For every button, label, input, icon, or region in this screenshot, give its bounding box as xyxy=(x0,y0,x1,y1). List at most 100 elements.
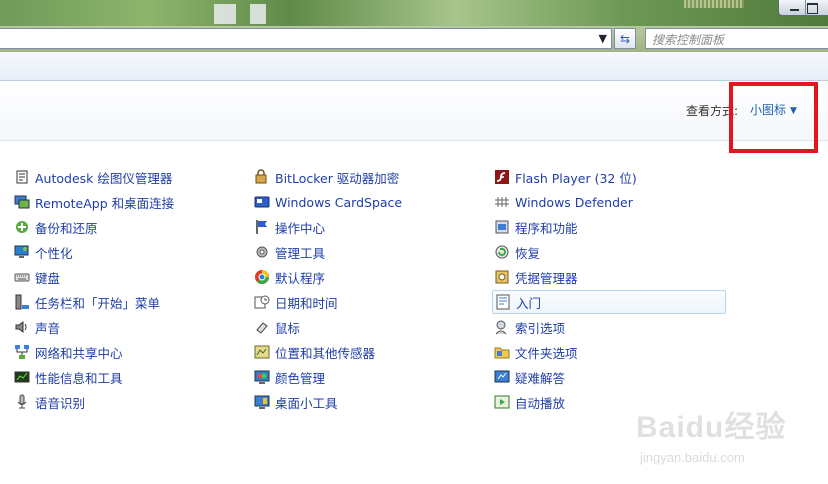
cp-item-programs[interactable]: 程序和功能 xyxy=(494,216,578,238)
cp-item-label: 声音 xyxy=(35,320,61,336)
cp-item-label: 语音识别 xyxy=(35,395,86,411)
view-by-label: 查看方式: xyxy=(686,104,739,118)
cp-item-label: 个性化 xyxy=(35,245,73,261)
cp-item-label: 凭据管理器 xyxy=(515,270,578,286)
taskbar-icon xyxy=(14,294,30,310)
gadgets-icon xyxy=(254,394,270,410)
maximize-button[interactable] xyxy=(807,3,818,14)
search-input[interactable] xyxy=(646,30,822,50)
color-management-icon xyxy=(254,369,270,385)
cp-item-label: 自动播放 xyxy=(515,395,566,411)
admin-tools-icon xyxy=(254,244,270,260)
clock-icon xyxy=(254,294,270,310)
indexing-icon xyxy=(494,319,510,335)
cp-item-label: 管理工具 xyxy=(275,245,326,261)
content-header: 查看方式: 小图标 ▼ xyxy=(0,81,828,141)
sensor-icon xyxy=(254,344,270,360)
cp-item-sensors[interactable]: 位置和其他传感器 xyxy=(254,341,375,363)
cp-item-label: 恢复 xyxy=(515,245,541,261)
watermark-brand: Baidu经验 xyxy=(636,411,787,444)
background-blot xyxy=(250,4,266,24)
bitlocker-icon xyxy=(254,169,270,185)
troubleshoot-icon xyxy=(494,369,510,385)
address-bar[interactable]: ▼ xyxy=(0,28,612,49)
background-blot xyxy=(214,4,236,24)
cp-item-label: RemoteApp 和桌面连接 xyxy=(35,195,175,211)
cp-item-label: Windows Defender xyxy=(515,194,633,210)
cp-item-label: 键盘 xyxy=(35,270,61,286)
cp-item-speech[interactable]: 语音识别 xyxy=(14,391,85,413)
cp-item-recovery[interactable]: 恢复 xyxy=(494,241,540,263)
cp-item-mouse[interactable]: 鼠标 xyxy=(254,316,300,338)
cp-item-label: Autodesk 绘图仪管理器 xyxy=(35,170,173,186)
cp-item-admin-tools[interactable]: 管理工具 xyxy=(254,241,325,263)
cp-item-folder-options[interactable]: 文件夹选项 xyxy=(494,341,578,363)
cp-item-keyboard[interactable]: 键盘 xyxy=(14,266,60,288)
cp-item-autodesk[interactable]: Autodesk 绘图仪管理器 xyxy=(14,166,172,188)
cp-item-label: 疑难解答 xyxy=(515,370,566,386)
cp-item-sound[interactable]: 声音 xyxy=(14,316,60,338)
cp-item-label: 入门 xyxy=(516,295,542,311)
window-title-bar xyxy=(0,0,828,26)
cp-item-troubleshooting[interactable]: 疑难解答 xyxy=(494,366,565,388)
cp-item-credential-manager[interactable]: 凭据管理器 xyxy=(494,266,578,288)
cp-item-performance[interactable]: 性能信息和工具 xyxy=(14,366,123,388)
keyboard-icon xyxy=(14,269,30,285)
cp-item-personalization[interactable]: 个性化 xyxy=(14,241,73,263)
cp-item-label: 备份和还原 xyxy=(35,220,98,236)
cp-item-label: 默认程序 xyxy=(275,270,326,286)
watermark-url: jingyan.baidu.com xyxy=(640,450,745,465)
personalization-icon xyxy=(14,244,30,260)
mouse-icon xyxy=(254,319,270,335)
getting-started-icon xyxy=(495,294,511,310)
refresh-button[interactable]: ⇆ xyxy=(614,28,636,49)
cp-item-flash-player[interactable]: Flash Player (32 位) xyxy=(494,166,637,188)
cp-item-bitlocker[interactable]: BitLocker 驱动器加密 xyxy=(254,166,399,188)
folder-icon xyxy=(494,344,510,360)
baidu-watermark: Baidu经验 jingyan.baidu.com xyxy=(636,392,822,480)
cp-item-taskbar[interactable]: 任务栏和「开始」菜单 xyxy=(14,291,160,313)
speaker-icon xyxy=(14,319,30,335)
cp-item-label: 索引选项 xyxy=(515,320,566,336)
cp-item-remoteapp[interactable]: RemoteApp 和桌面连接 xyxy=(14,191,174,213)
flash-icon xyxy=(494,169,510,185)
view-by-dropdown[interactable]: 小图标 ▼ xyxy=(750,101,797,118)
minimize-button[interactable] xyxy=(785,0,806,15)
default-programs-icon xyxy=(254,269,270,285)
cp-item-date-time[interactable]: 日期和时间 xyxy=(254,291,338,313)
cp-item-label: 程序和功能 xyxy=(515,220,578,236)
cp-item-cardspace[interactable]: Windows CardSpace xyxy=(254,191,402,213)
cp-item-indexing[interactable]: 索引选项 xyxy=(494,316,565,338)
cp-item-label: 性能信息和工具 xyxy=(35,370,123,386)
cp-item-getting-started[interactable]: 入门 xyxy=(492,290,726,314)
cp-item-autoplay[interactable]: 自动播放 xyxy=(494,391,565,413)
cp-item-network[interactable]: 网络和共享中心 xyxy=(14,341,123,363)
autoplay-icon xyxy=(494,394,510,410)
toolbar xyxy=(0,52,828,81)
cp-item-defender[interactable]: Windows Defender xyxy=(494,191,633,213)
search-box[interactable] xyxy=(645,28,828,50)
cp-item-label: 位置和其他传感器 xyxy=(275,345,376,361)
cp-item-label: 日期和时间 xyxy=(275,295,338,311)
recovery-icon xyxy=(494,244,510,260)
cp-item-label: 网络和共享中心 xyxy=(35,345,123,361)
chevron-down-icon: ▼ xyxy=(790,106,797,116)
cp-item-gadgets[interactable]: 桌面小工具 xyxy=(254,391,338,413)
window-controls xyxy=(778,0,828,16)
cp-item-action-center[interactable]: 操作中心 xyxy=(254,216,325,238)
chevron-down-icon[interactable]: ▼ xyxy=(599,32,607,45)
address-row: ▼ ⇆ xyxy=(0,26,828,52)
backup-icon xyxy=(14,219,30,235)
cp-item-default-programs[interactable]: 默认程序 xyxy=(254,266,325,288)
cp-item-label: Flash Player (32 位) xyxy=(515,170,637,186)
cp-item-label: 文件夹选项 xyxy=(515,345,578,361)
cp-item-label: 颜色管理 xyxy=(275,370,326,386)
cp-item-label: BitLocker 驱动器加密 xyxy=(275,170,400,186)
programs-icon xyxy=(494,219,510,235)
cp-item-backup[interactable]: 备份和还原 xyxy=(14,216,98,238)
cp-item-color-management[interactable]: 颜色管理 xyxy=(254,366,325,388)
volume-meter xyxy=(684,0,744,8)
view-by-value: 小图标 xyxy=(750,103,787,117)
remote-desktop-icon xyxy=(14,194,30,210)
defender-icon xyxy=(494,194,510,210)
